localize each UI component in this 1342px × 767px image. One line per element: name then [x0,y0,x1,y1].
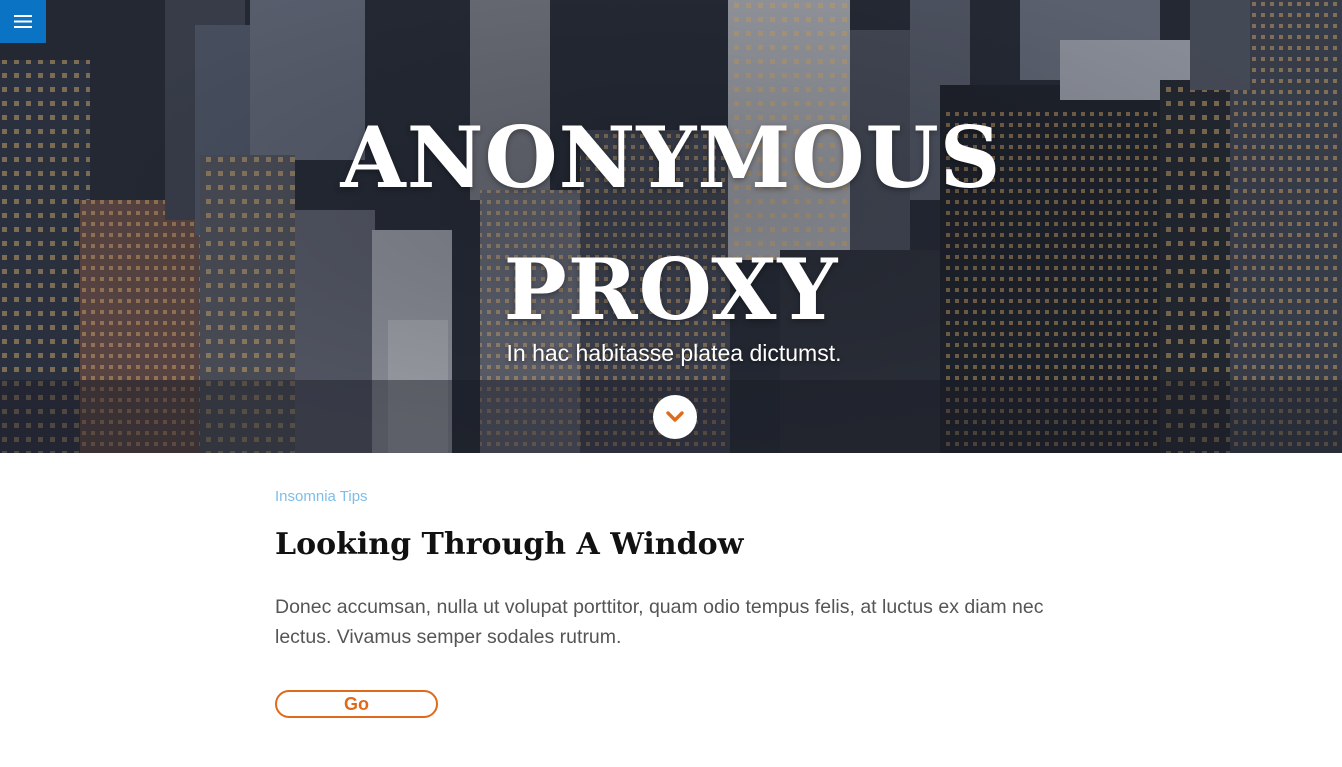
menu-button[interactable] [0,0,46,43]
go-button[interactable]: Go [275,690,438,718]
hero-section: ANONYMOUS PROXY In hac habitasse platea … [0,0,1342,453]
hero-title-line-1: ANONYMOUS [340,108,1002,207]
post-excerpt: Donec accumsan, nulla ut volupat porttit… [275,596,1044,648]
scroll-down-button[interactable] [653,395,697,439]
hero-title-line-2: PROXY [503,240,839,339]
post-category-link[interactable]: Insomnia Tips [275,487,368,507]
hero-title: ANONYMOUS PROXY [0,92,1342,356]
post-preview: Insomnia Tips Looking Through A Window D… [275,487,1095,718]
chevron-down-icon [666,411,684,422]
post-title: Looking Through A Window [275,527,744,562]
hamburger-menu-icon [14,15,32,28]
hero-subtitle: In hac habitasse platea dictumst. [506,340,842,366]
